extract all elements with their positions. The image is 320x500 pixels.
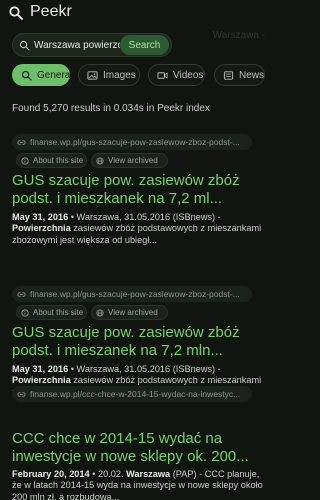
link-icon xyxy=(17,139,26,145)
archive-label: View archived xyxy=(108,156,158,165)
snippet-lead: • Warszawa, 31.05.2016 (ISBnews) - xyxy=(68,212,221,222)
result-date: May 31, 2016 xyxy=(12,364,69,374)
tab-general[interactable]: General xyxy=(12,64,73,86)
peekr-logo-icon xyxy=(9,6,23,20)
snippet-lead: • 20.02. xyxy=(89,469,127,479)
app-header: Peekr xyxy=(0,0,269,28)
video-icon xyxy=(157,71,168,79)
snippet-highlight: Powierzchnia xyxy=(12,223,71,234)
about-label: About this site xyxy=(33,308,84,317)
result-date: February 20, 2014 xyxy=(12,469,90,479)
search-input[interactable] xyxy=(34,39,120,51)
result-date: May 31, 2016 xyxy=(12,212,69,222)
result-url[interactable]: finanse.wp.pl/ccc-chce-w-2014-15-wydac-n… xyxy=(12,386,252,402)
globe-icon xyxy=(96,156,104,165)
result-title[interactable]: GUS szacuje pow. zasiewów zbóż podst. i … xyxy=(12,172,267,208)
result-url[interactable]: finanse.wp.pl/gus-szacuje-pow-zasiewow-z… xyxy=(12,134,252,150)
snippet-highlight: Powierzchnia xyxy=(12,375,71,386)
search-result: finanse.wp.pl/gus-szacuje-pow-zasiewow-z… xyxy=(12,134,267,254)
tab-label: News xyxy=(239,69,265,81)
info-icon xyxy=(21,156,29,165)
tab-label: Videos xyxy=(173,69,204,81)
view-archived-button[interactable]: View archived xyxy=(91,153,168,168)
results-count: Found 5,270 results in 0.034s in Peekr i… xyxy=(12,103,210,114)
tab-images[interactable]: Images xyxy=(78,64,140,86)
result-title[interactable]: CCC chce w 2014-15 wydać na inwestycje w… xyxy=(12,430,267,466)
tab-label: General xyxy=(37,69,73,81)
link-icon xyxy=(17,391,26,397)
view-archived-button[interactable]: View archived xyxy=(91,305,168,320)
search-icon xyxy=(21,70,32,80)
tab-label: Images xyxy=(103,69,136,81)
image-icon xyxy=(87,70,98,80)
about-site-button[interactable]: About this site xyxy=(16,153,87,168)
link-icon xyxy=(17,291,26,297)
result-url[interactable]: finanse.wp.pl/gus-szacuje-pow-zasiewow-z… xyxy=(12,286,252,302)
info-icon xyxy=(21,308,29,317)
background-overlay-text: Warszawa - xyxy=(212,30,265,41)
url-text: finanse.wp.pl/gus-szacuje-pow-zasiewow-z… xyxy=(30,289,240,299)
app-title: Peekr xyxy=(30,3,72,20)
about-site-button[interactable]: About this site xyxy=(16,305,87,320)
about-label: About this site xyxy=(33,156,84,165)
search-bar: Search xyxy=(12,33,172,57)
search-button[interactable]: Search xyxy=(120,35,169,55)
tab-news[interactable]: News xyxy=(214,64,265,86)
tab-videos[interactable]: Videos xyxy=(148,64,205,86)
result-snippet: May 31, 2016 • Warszawa, 31.05.2016 (ISB… xyxy=(12,212,267,246)
snippet-highlight: Warszawa xyxy=(126,469,171,479)
snippet-lead: • Warszawa, 31.05.2016 (ISBnews) - xyxy=(68,364,221,374)
search-icon xyxy=(19,40,30,50)
search-result: finanse.wp.pl/ccc-chce-w-2014-15-wydac-n… xyxy=(12,386,267,500)
url-text: finanse.wp.pl/ccc-chce-w-2014-15-wydac-n… xyxy=(30,389,241,399)
news-icon xyxy=(223,70,234,80)
globe-icon xyxy=(96,308,104,317)
category-tabs: General Images Videos News xyxy=(12,64,269,86)
url-text: finanse.wp.pl/gus-szacuje-pow-zasiewow-z… xyxy=(30,137,240,147)
result-snippet: February 20, 2014 • 20.02. Warszawa (PAP… xyxy=(12,469,267,500)
archive-label: View archived xyxy=(108,308,158,317)
result-title[interactable]: GUS szacuje pow. zasiewów zbóż podst. i … xyxy=(12,324,267,360)
